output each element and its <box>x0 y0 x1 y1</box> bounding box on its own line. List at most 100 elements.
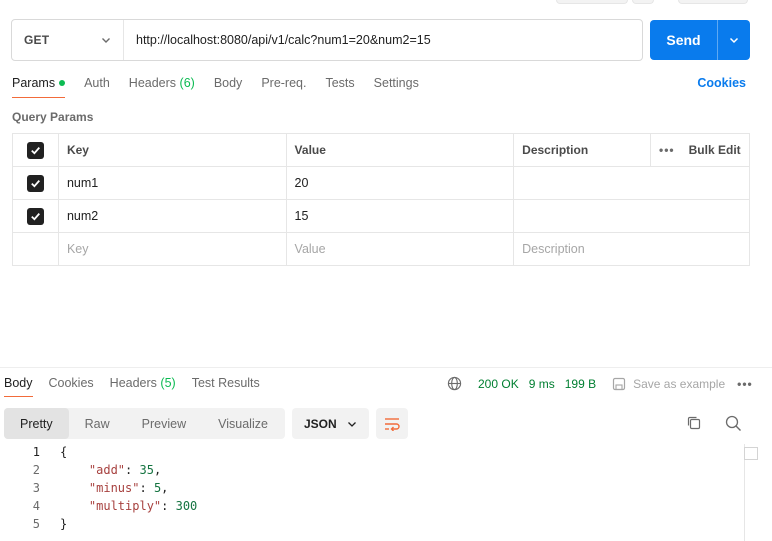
row-checkbox[interactable] <box>26 174 44 192</box>
wrap-lines-button[interactable] <box>376 408 408 439</box>
view-raw-button[interactable]: Raw <box>69 408 126 439</box>
response-divider <box>0 367 772 368</box>
response-tab-headers[interactable]: Headers (5) <box>110 376 176 396</box>
json-value: 300 <box>175 499 198 513</box>
view-pretty-button[interactable]: Pretty <box>4 408 69 439</box>
json-value: 35 <box>139 463 154 477</box>
json-key: "minus" <box>88 481 140 495</box>
wrap-lines-icon <box>385 417 400 431</box>
table-row: num1 20 <box>12 166 750 200</box>
json-brace: { <box>60 445 68 459</box>
save-icon <box>612 377 626 390</box>
line-number: 3 <box>32 481 40 495</box>
json-key: "multiply" <box>88 499 162 513</box>
copy-icon[interactable] <box>686 415 702 431</box>
table-row-placeholder: Key Value Description <box>12 232 750 266</box>
tab-params[interactable]: Params <box>12 70 66 98</box>
tab-label: Body <box>4 376 33 390</box>
param-value-cell[interactable]: 15 <box>285 199 515 233</box>
select-all-cell <box>12 133 59 167</box>
globe-icon[interactable] <box>447 376 462 391</box>
headers-count: (6) <box>179 76 195 90</box>
line-number: 5 <box>32 517 40 531</box>
tab-auth[interactable]: Auth <box>84 70 110 98</box>
top-button-stub-3 <box>678 0 748 4</box>
new-key-input[interactable]: Key <box>57 232 287 266</box>
tab-settings[interactable]: Settings <box>374 70 419 98</box>
row-checkbox-cell <box>12 199 59 233</box>
json-brace: } <box>60 517 68 531</box>
param-key-cell[interactable]: num2 <box>57 199 287 233</box>
value-column-header: Value <box>285 133 515 167</box>
response-time[interactable]: 9 ms <box>529 377 555 391</box>
format-select[interactable]: JSON <box>292 408 369 439</box>
query-params-table: Key Value Description ••• Bulk Edit num1 … <box>12 133 750 266</box>
bulk-edit-button[interactable]: Bulk Edit <box>689 143 741 157</box>
checkmark-icon <box>31 146 40 155</box>
more-options-icon[interactable]: ••• <box>737 377 753 391</box>
tab-label: Params <box>12 76 56 90</box>
response-status-area: 200 OK 9 ms 199 B Save as example ••• <box>447 376 753 391</box>
new-description-input[interactable]: Description <box>513 232 750 266</box>
table-header-row: Key Value Description ••• Bulk Edit <box>12 133 750 167</box>
view-mode-bar: Pretty Raw Preview Visualize <box>4 408 285 439</box>
tab-label: Tests <box>325 76 355 90</box>
view-preview-button[interactable]: Preview <box>126 408 202 439</box>
param-description-cell[interactable] <box>513 166 750 200</box>
line-number: 1 <box>32 445 40 459</box>
code-line: "minus": 5, <box>88 481 169 495</box>
response-tabs: Body Cookies Headers (5) Test Results <box>4 376 276 397</box>
row-checkbox[interactable] <box>26 207 44 225</box>
code-line-close: } <box>60 517 67 531</box>
save-as-example-button[interactable]: Save as example <box>633 377 725 391</box>
status-code[interactable]: 200 OK <box>478 377 519 391</box>
param-description-cell[interactable] <box>513 199 750 233</box>
tab-label: Body <box>213 76 243 90</box>
send-options-button[interactable] <box>718 35 750 45</box>
checkmark-icon <box>31 179 40 188</box>
response-tab-cookies[interactable]: Cookies <box>49 376 94 396</box>
response-body-editor[interactable]: 1 2 3 4 5 { "add": 35, "minus": 5, "mult… <box>0 444 772 541</box>
send-button[interactable]: Send <box>650 20 750 60</box>
param-value-cell[interactable]: 20 <box>285 166 515 200</box>
method-label: GET <box>24 33 50 47</box>
response-tab-body[interactable]: Body <box>4 376 33 397</box>
param-key-cell[interactable]: num1 <box>57 166 287 200</box>
code-line: "add": 35, <box>88 463 162 477</box>
select-all-checkbox[interactable] <box>26 141 44 159</box>
table-row: num2 15 <box>12 199 750 233</box>
line-number: 2 <box>32 463 40 477</box>
tab-label: Headers <box>109 376 157 390</box>
chevron-down-icon <box>102 38 110 43</box>
editor-scrollbar-thumb[interactable] <box>744 447 758 460</box>
url-input[interactable] <box>124 20 642 60</box>
checkmark-icon <box>31 212 40 221</box>
method-select[interactable]: GET <box>12 20 124 60</box>
search-icon[interactable] <box>725 415 742 432</box>
query-params-title: Query Params <box>12 110 94 124</box>
tab-label: Auth <box>84 76 110 90</box>
request-url-bar: GET <box>11 19 643 61</box>
new-value-input[interactable]: Value <box>285 232 515 266</box>
tab-label: Cookies <box>48 376 94 390</box>
response-size[interactable]: 199 B <box>565 377 596 391</box>
format-label: JSON <box>304 416 337 431</box>
tab-body[interactable]: Body <box>214 70 243 98</box>
cookies-link[interactable]: Cookies <box>697 76 746 90</box>
more-options-icon[interactable]: ••• <box>659 143 675 157</box>
view-visualize-button[interactable]: Visualize <box>202 408 284 439</box>
send-label: Send <box>666 32 701 48</box>
code-line: "multiply": 300 <box>88 499 198 513</box>
tab-headers[interactable]: Headers (6) <box>129 70 195 98</box>
json-separator: , <box>161 481 169 495</box>
tab-tests[interactable]: Tests <box>325 70 354 98</box>
response-tab-test-results[interactable]: Test Results <box>192 376 260 396</box>
json-separator: , <box>153 463 162 477</box>
request-tabs: Params Auth Headers (6) Body Pre-req. Te… <box>12 70 438 98</box>
code-line-open: { <box>60 445 67 459</box>
description-column-header: Description <box>513 133 652 167</box>
tab-pre-request[interactable]: Pre-req. <box>261 70 306 98</box>
json-key: "add" <box>88 463 126 477</box>
row-checkbox-cell <box>12 166 59 200</box>
top-button-stub <box>556 0 628 4</box>
